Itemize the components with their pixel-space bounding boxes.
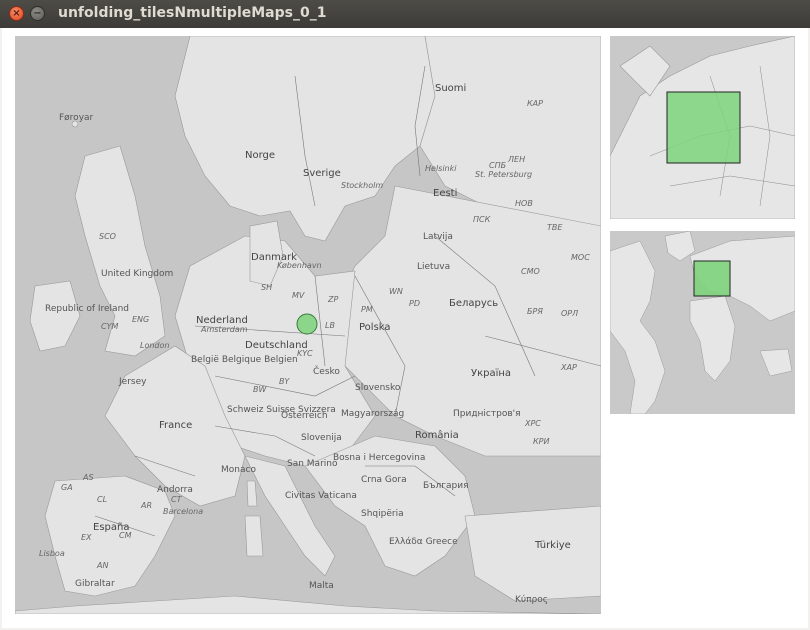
map-label: Gibraltar	[75, 579, 115, 589]
map-label: Polska	[359, 322, 391, 333]
map-label: WN	[389, 287, 403, 296]
map-label: CT	[171, 495, 183, 504]
map-label: België Belgique Belgien	[191, 355, 298, 365]
map-label: CL	[97, 495, 107, 504]
map-label: København	[277, 261, 322, 270]
map-label: Slovenija	[301, 433, 342, 443]
close-window-button[interactable]: ×	[9, 6, 24, 21]
map-label: San Marino	[287, 459, 338, 469]
minimize-icon: −	[33, 8, 42, 19]
map-label: Česko	[313, 365, 340, 377]
map-label: Crna Gora	[361, 475, 407, 485]
map-label: România	[415, 429, 459, 441]
map-label: Stockholm	[341, 181, 383, 190]
app-window: × − unfolding_tilesNmultipleMaps_0_1 Før…	[0, 0, 810, 630]
map-label: AR	[140, 501, 152, 510]
map-label: BW	[253, 385, 267, 394]
map-label: ПСК	[473, 215, 491, 224]
map-label: Andorra	[157, 485, 193, 495]
map-label: Norge	[245, 150, 275, 161]
map-label: LB	[325, 321, 335, 330]
map-label: Lietuva	[417, 262, 450, 272]
map-label: United Kingdom	[101, 269, 173, 279]
map-label: Bosna i Hercegovina	[333, 453, 425, 463]
main-map[interactable]: Føroyar Suomi КАР Norge Sverige Stockhol…	[15, 36, 601, 614]
map-label: BY	[279, 377, 290, 386]
map-label: Jersey	[118, 377, 147, 387]
map-label: PM	[361, 305, 373, 314]
sketch-canvas: Føroyar Suomi КАР Norge Sverige Stockhol…	[2, 28, 808, 628]
map-label: EX	[81, 533, 92, 542]
location-marker[interactable]	[296, 313, 318, 335]
map-label: КРИ	[533, 437, 550, 446]
map-label: St. Petersburg	[475, 170, 532, 179]
map-label: ХАР	[560, 363, 577, 372]
map-label: Barcelona	[163, 507, 203, 516]
map-label: CM	[119, 531, 132, 540]
map-label: KYC	[297, 349, 313, 358]
map-label: Shqipëria	[361, 509, 404, 519]
map-label: MV	[292, 291, 305, 300]
map-label: Civitas Vaticana	[285, 491, 357, 501]
map-label: БРЯ	[527, 307, 543, 316]
map-label: България	[423, 481, 469, 491]
minimize-window-button[interactable]: −	[30, 6, 45, 21]
map-label: НОВ	[515, 199, 533, 208]
map-label: СПБ	[489, 161, 507, 170]
map-label: Österreich	[281, 410, 328, 421]
map-label: Helsinki	[425, 164, 457, 173]
overview-map-1-svg	[610, 36, 795, 219]
map-label: Republic of Ireland	[45, 304, 129, 314]
map-label: Slovensko	[355, 383, 401, 393]
close-icon: ×	[12, 8, 21, 19]
map-label: Monaco	[221, 465, 256, 475]
map-label: ТВЕ	[547, 223, 563, 232]
map-label: Україна	[471, 368, 511, 379]
map-label: ENG	[132, 315, 149, 324]
map-label: Amsterdam	[200, 325, 248, 334]
main-map-svg: Føroyar Suomi КАР Norge Sverige Stockhol…	[15, 36, 601, 614]
map-label: Ελλάδα Greece	[389, 537, 458, 547]
map-label: AN	[96, 561, 108, 570]
overview-map-world[interactable]	[610, 231, 795, 414]
map-label: СМО	[521, 267, 540, 276]
map-label: PD	[409, 299, 420, 308]
map-label: МОС	[571, 253, 590, 262]
map-label: ХРС	[524, 419, 541, 428]
map-label: Беларусь	[449, 298, 498, 309]
viewport-highlight	[666, 91, 741, 164]
map-label: КАР	[527, 99, 543, 108]
map-label: Lisboa	[39, 549, 65, 558]
map-label: London	[140, 341, 169, 350]
map-label: ОРЛ	[561, 309, 578, 318]
map-label: France	[159, 420, 192, 431]
map-label: Magyarország	[341, 409, 404, 419]
map-label: ЛЕН	[507, 155, 525, 164]
map-label: GA	[61, 483, 73, 492]
title-bar[interactable]: × − unfolding_tilesNmultipleMaps_0_1	[0, 0, 810, 28]
map-label: Latvija	[423, 232, 453, 242]
map-label: Türkiye	[534, 540, 571, 551]
map-label: AS	[82, 473, 94, 482]
map-label: Føroyar	[59, 113, 94, 123]
overview-map-2-svg	[610, 231, 795, 414]
map-label: SCO	[99, 232, 116, 241]
map-label: Malta	[309, 581, 334, 591]
map-label: Κύπρος	[515, 594, 548, 605]
viewport-highlight	[693, 260, 731, 297]
map-label: Придністров'я	[453, 409, 521, 419]
map-label: CYM	[101, 322, 118, 331]
map-label: ZP	[327, 295, 338, 304]
window-title: unfolding_tilesNmultipleMaps_0_1	[58, 5, 327, 21]
map-label: Sverige	[303, 168, 341, 179]
map-label: SH	[261, 283, 272, 292]
map-label: Eesti	[433, 188, 457, 199]
map-label: Suomi	[435, 83, 466, 94]
overview-map-europe[interactable]	[610, 36, 795, 219]
